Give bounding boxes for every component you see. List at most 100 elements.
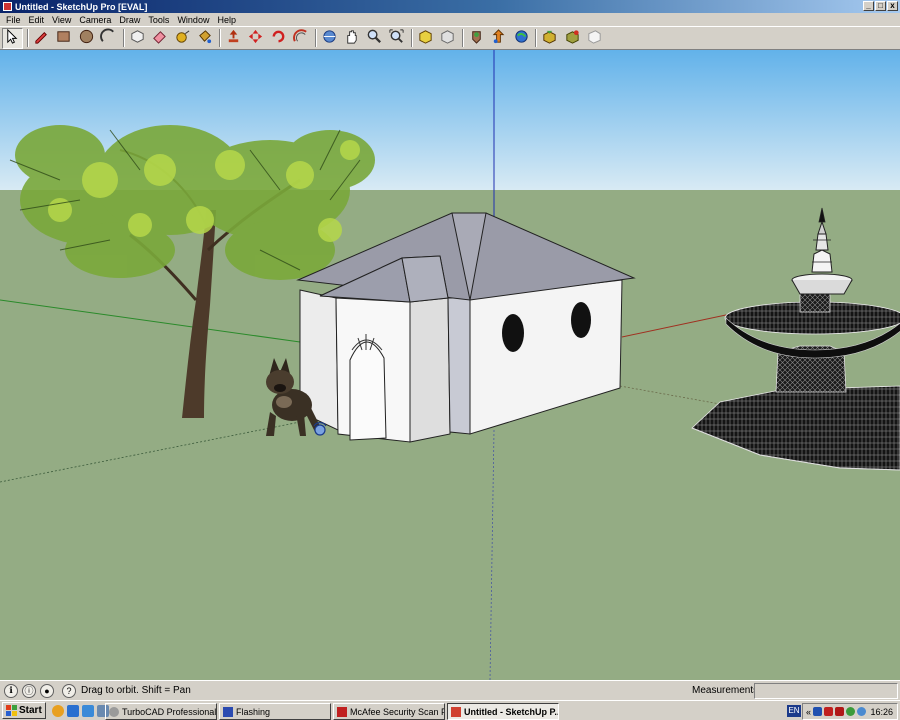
share-model-tool-button[interactable] (437, 28, 458, 49)
tray-expand-icon[interactable]: « (806, 707, 811, 717)
orbit-tool-button[interactable] (319, 28, 340, 49)
menu-camera[interactable]: Camera (75, 15, 115, 25)
photo-texture-tool-button[interactable] (511, 28, 532, 49)
menu-help[interactable]: Help (213, 15, 240, 25)
google-earth-tool-button[interactable] (466, 28, 487, 49)
scene-canvas[interactable] (0, 50, 900, 680)
menu-file[interactable]: File (2, 15, 25, 25)
rotate-tool-button[interactable] (268, 28, 289, 49)
drawing-viewport[interactable] (0, 50, 900, 680)
pan-icon (343, 28, 360, 48)
toolbar-separator (26, 29, 29, 47)
outlook-express-icon[interactable] (81, 704, 94, 717)
circle-tool-button[interactable] (76, 28, 97, 49)
task-sketchup[interactable]: Untitled - SketchUp P... (447, 703, 559, 720)
menu-window[interactable]: Window (173, 15, 213, 25)
system-tray: « 16:26 (802, 703, 898, 720)
layout-icon (586, 28, 603, 48)
offset-tool-button[interactable] (290, 28, 311, 49)
component-warehouse-tool-button[interactable] (539, 28, 560, 49)
menu-draw[interactable]: Draw (115, 15, 144, 25)
window-title: Untitled - SketchUp Pro [EVAL] (15, 1, 148, 12)
select-icon (4, 28, 21, 48)
tray-mcafee-icon[interactable] (835, 707, 845, 716)
extensions-tool-button[interactable] (562, 28, 583, 49)
internet-explorer-icon[interactable] (66, 704, 79, 717)
tray-security-icon[interactable] (824, 707, 834, 716)
menu-view[interactable]: View (48, 15, 75, 25)
share-model-icon (439, 28, 456, 48)
push-pull-icon (225, 28, 242, 48)
turbocad-icon (109, 706, 119, 717)
title-bar: Untitled - SketchUp Pro [EVAL] _ □ x (0, 0, 900, 13)
pan-tool-button[interactable] (341, 28, 362, 49)
tray-update-icon[interactable] (846, 707, 856, 716)
tray-network-icon[interactable] (813, 707, 823, 716)
extensions-icon (564, 28, 581, 48)
measurements-input[interactable] (754, 683, 898, 699)
task-label: Untitled - SketchUp P... (464, 706, 559, 717)
select-tool-button[interactable] (2, 27, 23, 49)
window-controls: _ □ x (863, 1, 898, 11)
zoom-extents-tool-button[interactable] (386, 28, 407, 49)
move-tool-button[interactable] (245, 28, 266, 49)
tray-sync-icon[interactable] (857, 707, 867, 716)
taskbar-clock[interactable]: 16:26 (870, 707, 893, 717)
move-icon (247, 28, 264, 48)
windows-taskbar: Start TurboCAD Professional 1... Flashin… (0, 700, 900, 720)
language-indicator[interactable]: EN (787, 705, 801, 717)
minimize-button[interactable]: _ (863, 1, 874, 11)
sketchup-app-icon[interactable] (3, 2, 12, 11)
quick-launch (51, 704, 109, 717)
toolbar-separator (410, 29, 413, 47)
sketchup-icon (451, 706, 461, 717)
rotate-icon (270, 28, 287, 48)
make-component-icon (129, 28, 146, 48)
menu-edit[interactable]: Edit (25, 15, 49, 25)
close-button[interactable]: x (887, 1, 898, 11)
flashing-icon (223, 706, 233, 717)
arc-icon (100, 28, 117, 48)
media-player-icon[interactable] (51, 704, 64, 717)
rectangle-tool-button[interactable] (53, 28, 74, 49)
task-label: TurboCAD Professional 1... (122, 706, 217, 717)
start-label: Start (19, 705, 42, 716)
task-turbocad[interactable]: TurboCAD Professional 1... (105, 703, 217, 720)
toolbar-separator (314, 29, 317, 47)
arc-tool-button[interactable] (98, 28, 119, 49)
geo-location-icon[interactable]: ℹ (4, 683, 18, 698)
make-component-tool-button[interactable] (127, 28, 148, 49)
tape-measure-tool-button[interactable] (172, 28, 193, 49)
place-model-tool-button[interactable] (488, 28, 509, 49)
get-models-tool-button[interactable] (415, 28, 436, 49)
eraser-icon (151, 28, 168, 48)
pencil-tool-button[interactable] (31, 28, 52, 49)
menu-tools[interactable]: Tools (144, 15, 173, 25)
maximize-button[interactable]: □ (875, 1, 886, 11)
paint-bucket-icon (196, 28, 213, 48)
user-icon[interactable]: ● (40, 683, 54, 698)
status-hint: Drag to orbit. Shift = Pan (81, 685, 191, 696)
toolbar-separator (535, 29, 537, 47)
pencil-icon (33, 28, 50, 48)
help-icon[interactable]: ? (62, 683, 76, 698)
component-warehouse-icon (541, 28, 558, 48)
get-models-icon (417, 28, 434, 48)
start-button[interactable]: Start (2, 702, 46, 719)
tape-measure-icon (174, 28, 191, 48)
task-flashing[interactable]: Flashing (219, 703, 331, 720)
eraser-tool-button[interactable] (149, 28, 170, 49)
zoom-icon (366, 28, 383, 48)
menu-bar: File Edit View Camera Draw Tools Window … (0, 13, 900, 26)
task-mcafee[interactable]: McAfee Security Scan Plus (333, 703, 445, 720)
credits-icon[interactable]: ⓘ (22, 683, 36, 698)
zoom-tool-button[interactable] (364, 28, 385, 49)
layout-tool-button[interactable] (584, 28, 605, 49)
place-model-icon (490, 28, 507, 48)
toolbar-separator (218, 29, 221, 47)
main-toolbar (0, 26, 900, 50)
push-pull-tool-button[interactable] (223, 28, 244, 49)
orbit-icon (321, 28, 338, 48)
paint-bucket-tool-button[interactable] (194, 28, 215, 49)
circle-icon (78, 28, 95, 48)
